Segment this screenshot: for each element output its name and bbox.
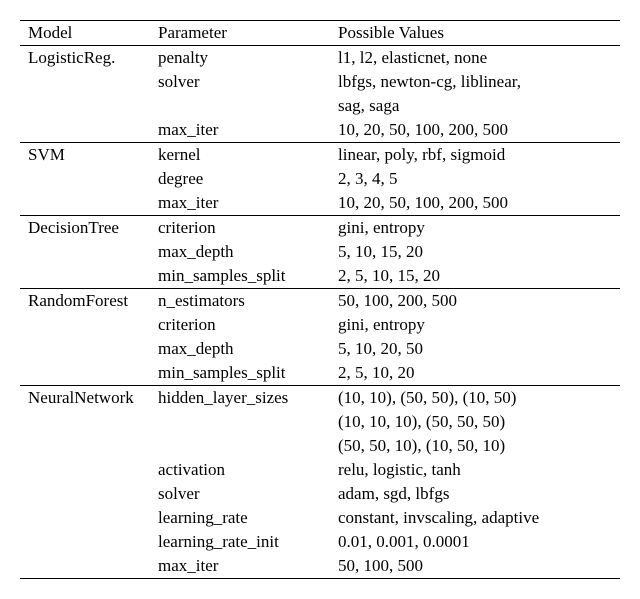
- cell-values: (10, 10, 10), (50, 50, 50): [330, 410, 620, 434]
- cell-values: relu, logistic, tanh: [330, 458, 620, 482]
- cell-values: 5, 10, 20, 50: [330, 337, 620, 361]
- cell-values: (50, 50, 10), (10, 50, 10): [330, 434, 620, 458]
- cell-values: 2, 3, 4, 5: [330, 167, 620, 191]
- cell-values: lbfgs, newton-cg, liblinear,: [330, 70, 620, 94]
- cell-model: [20, 554, 150, 579]
- cell-values: 0.01, 0.001, 0.0001: [330, 530, 620, 554]
- cell-parameter: n_estimators: [150, 289, 330, 314]
- cell-model: [20, 264, 150, 289]
- table-row: RandomForestn_estimators50, 100, 200, 50…: [20, 289, 620, 314]
- cell-model: [20, 167, 150, 191]
- table-row: NeuralNetworkhidden_layer_sizes(10, 10),…: [20, 386, 620, 411]
- cell-values: constant, invscaling, adaptive: [330, 506, 620, 530]
- cell-model: [20, 434, 150, 458]
- cell-model: DecisionTree: [20, 216, 150, 241]
- cell-parameter: criterion: [150, 313, 330, 337]
- table-row: learning_rateconstant, invscaling, adapt…: [20, 506, 620, 530]
- table-row: LogisticReg.penaltyl1, l2, elasticnet, n…: [20, 46, 620, 71]
- table-row: solveradam, sgd, lbfgs: [20, 482, 620, 506]
- cell-parameter: min_samples_split: [150, 361, 330, 386]
- header-values: Possible Values: [330, 21, 620, 46]
- cell-model: [20, 240, 150, 264]
- table-row: max_iter10, 20, 50, 100, 200, 500: [20, 191, 620, 216]
- cell-model: [20, 410, 150, 434]
- hyperparameter-table: Model Parameter Possible Values Logistic…: [20, 20, 620, 579]
- table-row: min_samples_split2, 5, 10, 15, 20: [20, 264, 620, 289]
- cell-values: gini, entropy: [330, 216, 620, 241]
- table-row: activationrelu, logistic, tanh: [20, 458, 620, 482]
- cell-model: [20, 70, 150, 94]
- cell-model: [20, 191, 150, 216]
- table-row: max_iter10, 20, 50, 100, 200, 500: [20, 118, 620, 143]
- cell-model: SVM: [20, 143, 150, 168]
- cell-model: [20, 94, 150, 118]
- cell-parameter: max_depth: [150, 240, 330, 264]
- cell-parameter: learning_rate_init: [150, 530, 330, 554]
- cell-parameter: max_iter: [150, 118, 330, 143]
- cell-values: linear, poly, rbf, sigmoid: [330, 143, 620, 168]
- cell-parameter: [150, 94, 330, 118]
- cell-values: 50, 100, 500: [330, 554, 620, 579]
- cell-model: [20, 118, 150, 143]
- cell-model: [20, 482, 150, 506]
- cell-parameter: degree: [150, 167, 330, 191]
- cell-parameter: hidden_layer_sizes: [150, 386, 330, 411]
- cell-parameter: solver: [150, 482, 330, 506]
- table-row: DecisionTreecriteriongini, entropy: [20, 216, 620, 241]
- table-row: criteriongini, entropy: [20, 313, 620, 337]
- table-row: sag, saga: [20, 94, 620, 118]
- cell-parameter: max_iter: [150, 554, 330, 579]
- cell-parameter: [150, 434, 330, 458]
- cell-parameter: solver: [150, 70, 330, 94]
- table-row: max_iter50, 100, 500: [20, 554, 620, 579]
- cell-values: adam, sgd, lbfgs: [330, 482, 620, 506]
- cell-parameter: kernel: [150, 143, 330, 168]
- table-row: learning_rate_init0.01, 0.001, 0.0001: [20, 530, 620, 554]
- cell-parameter: activation: [150, 458, 330, 482]
- cell-parameter: criterion: [150, 216, 330, 241]
- header-parameter: Parameter: [150, 21, 330, 46]
- cell-parameter: max_depth: [150, 337, 330, 361]
- cell-model: NeuralNetwork: [20, 386, 150, 411]
- cell-values: gini, entropy: [330, 313, 620, 337]
- cell-values: 10, 20, 50, 100, 200, 500: [330, 118, 620, 143]
- cell-parameter: [150, 410, 330, 434]
- cell-values: 50, 100, 200, 500: [330, 289, 620, 314]
- table-row: degree2, 3, 4, 5: [20, 167, 620, 191]
- cell-values: sag, saga: [330, 94, 620, 118]
- cell-parameter: penalty: [150, 46, 330, 71]
- cell-values: (10, 10), (50, 50), (10, 50): [330, 386, 620, 411]
- cell-model: [20, 458, 150, 482]
- cell-model: [20, 530, 150, 554]
- cell-parameter: min_samples_split: [150, 264, 330, 289]
- table-row: SVMkernellinear, poly, rbf, sigmoid: [20, 143, 620, 168]
- table-row: solverlbfgs, newton-cg, liblinear,: [20, 70, 620, 94]
- table-row: max_depth5, 10, 15, 20: [20, 240, 620, 264]
- table-row: (10, 10, 10), (50, 50, 50): [20, 410, 620, 434]
- cell-parameter: max_iter: [150, 191, 330, 216]
- table-header-row: Model Parameter Possible Values: [20, 21, 620, 46]
- table-row: max_depth5, 10, 20, 50: [20, 337, 620, 361]
- cell-parameter: learning_rate: [150, 506, 330, 530]
- cell-model: RandomForest: [20, 289, 150, 314]
- header-model: Model: [20, 21, 150, 46]
- cell-values: 2, 5, 10, 15, 20: [330, 264, 620, 289]
- cell-model: [20, 337, 150, 361]
- cell-model: [20, 506, 150, 530]
- cell-values: 5, 10, 15, 20: [330, 240, 620, 264]
- cell-values: l1, l2, elasticnet, none: [330, 46, 620, 71]
- table-row: (50, 50, 10), (10, 50, 10): [20, 434, 620, 458]
- cell-model: LogisticReg.: [20, 46, 150, 71]
- cell-values: 10, 20, 50, 100, 200, 500: [330, 191, 620, 216]
- table-row: min_samples_split2, 5, 10, 20: [20, 361, 620, 386]
- cell-model: [20, 313, 150, 337]
- cell-model: [20, 361, 150, 386]
- cell-values: 2, 5, 10, 20: [330, 361, 620, 386]
